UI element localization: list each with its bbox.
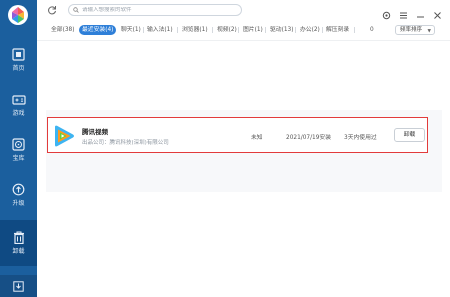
tab-divider (295, 27, 296, 33)
sidebar-item-games[interactable]: 游戏 (0, 85, 37, 125)
search-input[interactable] (82, 7, 232, 13)
tab-image[interactable]: 图片(1) (243, 25, 263, 35)
tab-video[interactable]: 视频(2) (217, 25, 237, 35)
download-icon (13, 280, 24, 292)
app-publisher: 出品公司：腾讯科技(深圳)有限公司 (82, 140, 169, 146)
home-icon (12, 48, 25, 61)
tab-divider (354, 27, 355, 33)
gamepad-icon (11, 94, 26, 105)
install-date: 2021/07/19安装 (286, 135, 332, 141)
upgrade-icon (12, 183, 25, 196)
tab-divider (238, 27, 239, 33)
tab-divider (322, 27, 323, 33)
tencent-video-icon (55, 125, 74, 147)
sidebar-item-upgrade[interactable]: 升级 (0, 175, 37, 215)
window-controls (382, 5, 442, 20)
category-tabs: 全部(38) 最近安装(4) 聊天(1) 输入法(1) 浏览器(1) 视频(2)… (37, 22, 450, 38)
search-icon (73, 7, 79, 13)
app-name: 腾讯视频 (82, 128, 108, 136)
refresh-icon[interactable] (47, 5, 57, 15)
usage-frequency: 3天内使用过 (344, 135, 377, 141)
sidebar-item-label: 升级 (12, 200, 25, 207)
sort-select[interactable]: 频率排序 ▼ (395, 25, 435, 35)
sidebar-item-home[interactable]: 首页 (0, 40, 37, 80)
sidebar-item-label: 首页 (12, 65, 25, 72)
minimize-icon[interactable] (416, 5, 425, 18)
tab-divider (212, 27, 213, 33)
sidebar-item-uninstall[interactable]: 卸载 (0, 220, 37, 266)
tab-divider (177, 27, 178, 33)
sort-label: 频率排序 (400, 27, 423, 33)
tab-divider (265, 27, 266, 33)
tab-other[interactable]: 0 (370, 25, 374, 35)
tab-recent[interactable]: 最近安装(4) (79, 25, 117, 35)
tab-driver[interactable]: 驱动(13) (270, 25, 294, 35)
chevron-down-icon: ▼ (427, 29, 431, 34)
uninstall-button[interactable]: 卸载 (394, 128, 425, 142)
menu-icon[interactable] (399, 5, 408, 19)
sidebar-item-label: 宝库 (12, 155, 25, 162)
tab-all[interactable]: 全部(38) (51, 25, 75, 35)
tab-chat[interactable]: 聊天(1) (121, 25, 141, 35)
settings-icon[interactable] (382, 5, 391, 20)
tab-archive[interactable]: 解压刻录 (326, 25, 349, 35)
tab-browser[interactable]: 浏览器(1) (182, 25, 208, 35)
disc-icon (12, 138, 25, 151)
sidebar-item-treasure[interactable]: 宝库 (0, 130, 37, 170)
tab-divider (143, 27, 144, 33)
top-bar (37, 0, 450, 20)
app-logo-icon (8, 5, 28, 25)
sidebar-download-button[interactable] (0, 275, 37, 297)
close-icon[interactable] (433, 5, 442, 19)
search-box[interactable] (68, 4, 242, 16)
trash-icon (13, 231, 24, 244)
tab-input[interactable]: 输入法(1) (147, 25, 173, 35)
sidebar: 首页 游戏 宝库 升级 卸载 (0, 0, 37, 297)
sidebar-item-label: 游戏 (12, 109, 25, 117)
list-item[interactable]: 腾讯视频 出品公司：腾讯科技(深圳)有限公司 未知 2021/07/19安装 3… (47, 117, 428, 153)
sidebar-item-label: 卸载 (12, 248, 25, 255)
tab-office[interactable]: 办公(2) (300, 25, 320, 35)
app-size: 未知 (251, 135, 263, 141)
divider (37, 40, 450, 41)
